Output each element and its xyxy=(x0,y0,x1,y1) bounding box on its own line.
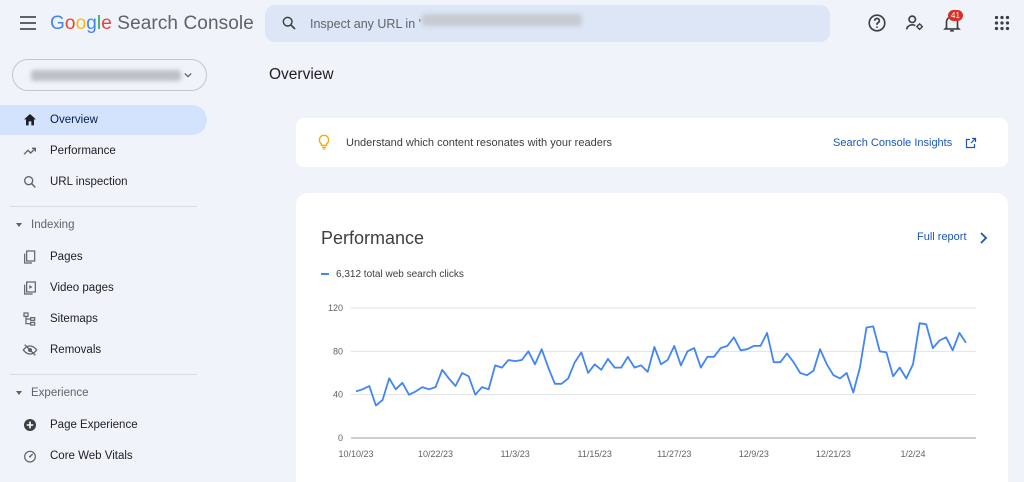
sidebar-item-label: Performance xyxy=(50,145,116,157)
y-tick-label: 80 xyxy=(333,346,343,356)
core-web-vitals-icon xyxy=(24,450,36,463)
x-tick-label: 10/22/23 xyxy=(418,449,453,459)
x-tick-label: 1/2/24 xyxy=(900,449,925,459)
section-indexing[interactable]: Indexing xyxy=(0,215,207,237)
search-console-insights-link[interactable]: Search Console Insights xyxy=(833,137,952,149)
menu-icon[interactable] xyxy=(20,16,36,30)
page-title: Overview xyxy=(269,66,334,83)
insights-text: Understand which content resonates with … xyxy=(346,137,612,149)
property-selector[interactable] xyxy=(12,59,207,91)
x-tick-label: 12/9/23 xyxy=(739,449,769,459)
pages-icon xyxy=(24,250,36,264)
sidebar-divider xyxy=(10,374,197,375)
help-icon[interactable] xyxy=(866,12,888,34)
blurred-property-url xyxy=(422,14,582,26)
top-bar: Google Search Console 41 xyxy=(0,0,1024,48)
app-name: Search Console xyxy=(117,13,254,34)
sidebar-item-performance[interactable]: Performance xyxy=(0,136,207,166)
sidebar-item-overview[interactable]: Overview xyxy=(0,105,207,135)
sidebar-item-video-pages[interactable]: Video pages xyxy=(0,273,207,303)
app-logo[interactable]: Google Search Console xyxy=(50,13,254,35)
search-icon xyxy=(23,176,36,188)
x-tick-label: 11/15/23 xyxy=(578,449,612,459)
sidebar-item-core-web-vitals[interactable]: Core Web Vitals xyxy=(0,441,207,471)
trending-up-icon xyxy=(23,147,36,155)
y-tick-label: 40 xyxy=(333,390,343,400)
y-tick-label: 120 xyxy=(328,303,343,313)
section-label: Experience xyxy=(31,387,89,399)
search-icon xyxy=(282,16,296,30)
sidebar-item-sitemaps[interactable]: Sitemaps xyxy=(0,304,207,334)
sidebar-item-label: Pages xyxy=(50,251,83,263)
sidebar-item-label: Removals xyxy=(50,344,102,356)
series-line-clicks[interactable] xyxy=(355,322,967,407)
chevron-down-icon xyxy=(184,72,192,78)
collapse-triangle-icon xyxy=(16,223,22,227)
sitemap-icon xyxy=(23,312,36,326)
x-tick-label: 11/3/23 xyxy=(500,449,529,459)
apps-grid-icon[interactable] xyxy=(991,12,1013,34)
x-tick-label: 11/27/23 xyxy=(657,449,691,459)
sidebar-divider xyxy=(10,206,197,207)
sidebar-item-pages[interactable]: Pages xyxy=(0,242,207,272)
lightbulb-icon xyxy=(318,134,330,150)
page-experience-icon xyxy=(24,419,36,431)
sidebar-item-label: Video pages xyxy=(50,282,114,294)
blurred-property-name xyxy=(31,70,181,81)
notification-badge: 41 xyxy=(948,10,963,21)
x-tick-label: 10/10/23 xyxy=(338,449,373,459)
video-pages-icon xyxy=(24,281,36,295)
section-experience[interactable]: Experience xyxy=(0,383,207,405)
y-tick-label: 0 xyxy=(338,433,343,443)
sidebar-item-label: Core Web Vitals xyxy=(50,450,133,462)
open-in-new-icon[interactable] xyxy=(965,137,977,149)
removals-icon xyxy=(22,344,38,356)
sidebar-item-url-inspection[interactable]: URL inspection xyxy=(0,167,207,197)
user-settings-icon[interactable] xyxy=(904,12,926,34)
sidebar-item-label: Sitemaps xyxy=(50,313,98,325)
home-icon xyxy=(24,114,36,126)
performance-card: Performance Full report 6,312 total web … xyxy=(296,193,1008,482)
sidebar-item-label: Page Experience xyxy=(50,419,138,431)
sidebar-item-removals[interactable]: Removals xyxy=(0,335,207,365)
section-label: Indexing xyxy=(31,219,75,231)
clicks-line-chart[interactable]: 0 40 80 120 10/10/23 10/22/23 11/3/23 11/15/23 1… xyxy=(296,193,1008,482)
google-wordmark: Google xyxy=(50,13,112,34)
sidebar-item-label: URL inspection xyxy=(50,176,128,188)
sidebar-item-page-experience[interactable]: Page Experience xyxy=(0,410,207,440)
insights-banner: Understand which content resonates with … xyxy=(296,118,1008,167)
collapse-triangle-icon xyxy=(16,391,22,395)
x-tick-label: 12/21/23 xyxy=(816,449,851,459)
sidebar-item-label: Overview xyxy=(50,114,98,126)
